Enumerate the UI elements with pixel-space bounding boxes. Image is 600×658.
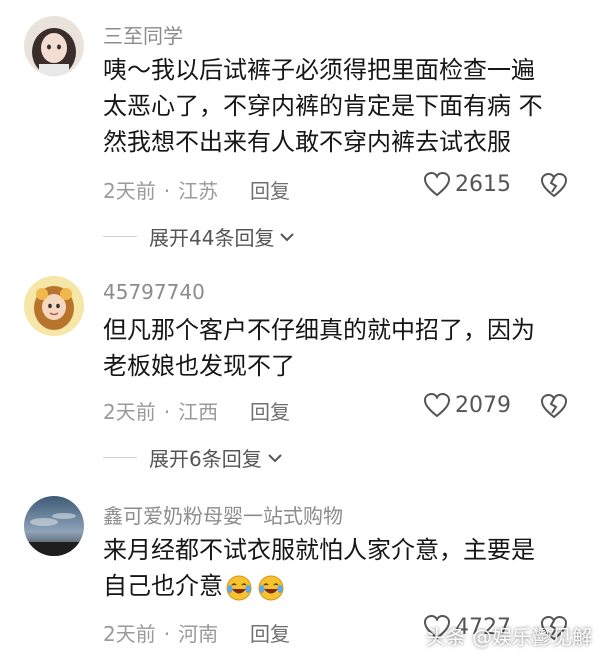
comment-meta: 2天前 · 江苏 [103,175,218,204]
like-count: 2079 [455,392,511,418]
reply-button[interactable]: 回复 [250,396,290,425]
avatar[interactable] [24,496,84,556]
meta-separator: · [163,179,171,203]
chevron-down-icon [268,453,282,462]
comment-1: 三至同学 咦～我以后试裤子必须得把里面检查一遍 太恶心了，不穿内裤的肯定是下面有… [0,0,600,250]
comment-text: 咦～我以后试裤子必须得把里面检查一遍 太恶心了，不穿内裤的肯定是下面有病 不 然… [103,56,543,156]
meta-separator: · [163,622,171,646]
divider [103,457,137,458]
heart-outline-icon [423,392,451,418]
laughing-tears-emoji [226,575,252,601]
dislike-button[interactable] [540,172,568,202]
like-button[interactable]: 2615 [423,171,511,197]
like-count: 2615 [455,171,511,197]
avatar[interactable] [24,16,84,76]
broken-heart-icon [540,172,568,198]
comment-location: 河南 [178,622,219,646]
username[interactable]: 鑫可爱奶粉母婴一站式购物 [103,500,343,529]
comment-meta: 2天前 · 河南 [103,618,218,647]
comment-time: 2天前 [103,622,156,646]
comment-text: 来月经都不试衣服就怕人家介意，主要是 自己也介意 [103,536,535,600]
laughing-tears-emoji [258,575,284,601]
chevron-down-icon [280,232,295,241]
reply-button[interactable]: 回复 [250,618,290,647]
watermark-text: 头条 @娱乐鬱见解 [425,625,592,649]
expand-replies-button[interactable]: 展开44条回复 [103,222,296,251]
comment-text: 但凡那个客户不仔细真的就中招了，因为 老板娘也发现不了 [103,316,535,380]
username[interactable]: 三至同学 [103,20,183,49]
expand-replies-button[interactable]: 展开6条回复 [103,443,284,472]
divider [103,236,137,237]
username[interactable]: 45797740 [103,280,205,304]
comment-location: 江苏 [178,179,219,203]
avatar[interactable] [24,276,84,336]
like-button[interactable]: 2079 [423,392,511,418]
expand-replies-label: 展开6条回复 [149,447,262,471]
comment-2: 45797740 但凡那个客户不仔细真的就中招了，因为 老板娘也发现不了 2天前… [0,262,600,482]
reply-button[interactable]: 回复 [250,175,290,204]
heart-outline-icon [423,171,451,197]
comment-meta: 2天前 · 江西 [103,396,218,425]
dislike-button[interactable] [540,393,568,423]
comment-time: 2天前 [103,400,156,424]
comment-time: 2天前 [103,179,156,203]
comment-location: 江西 [178,400,219,424]
broken-heart-icon [540,393,568,419]
expand-replies-label: 展开44条回复 [149,226,275,250]
meta-separator: · [163,400,171,424]
watermark: 头条 @娱乐鬱见解 [426,621,592,650]
